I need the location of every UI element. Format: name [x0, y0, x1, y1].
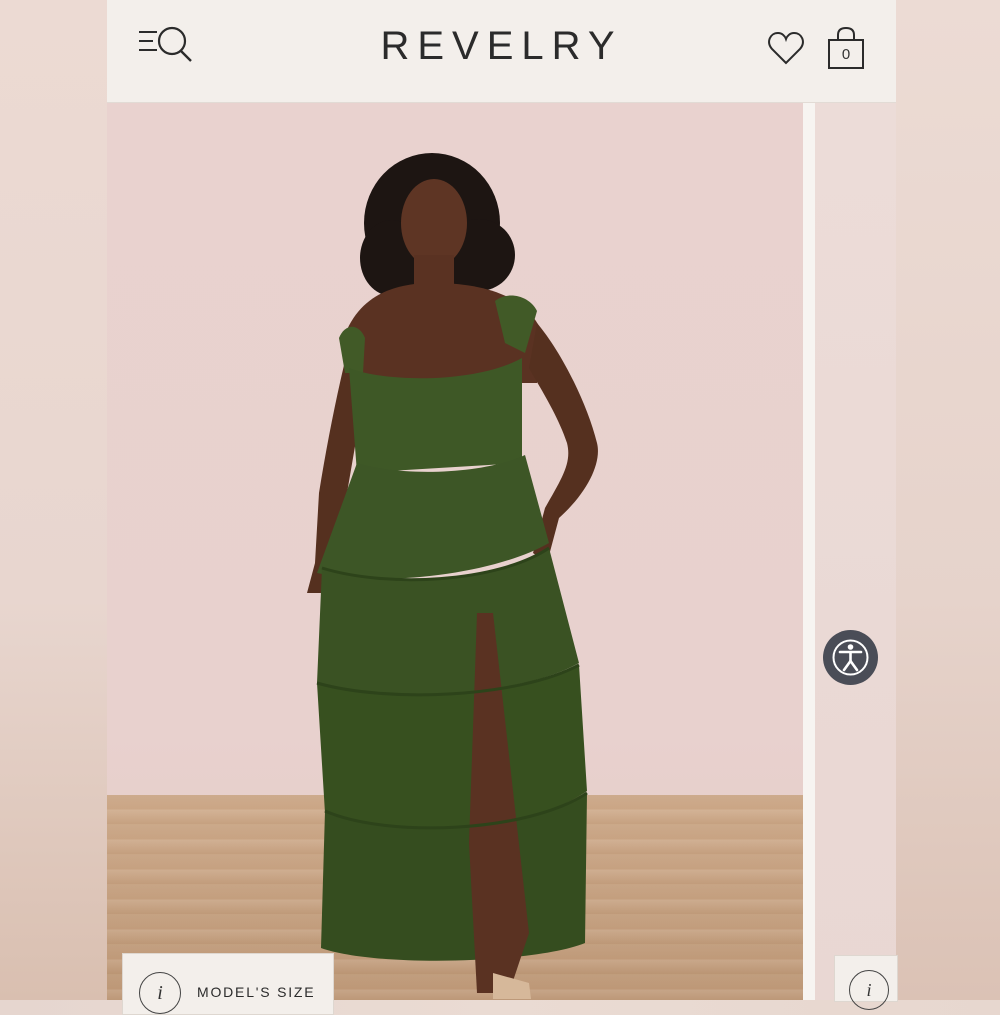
- next-model-size-button[interactable]: i: [834, 955, 898, 1010]
- site-header: REVELRY 0: [107, 0, 896, 103]
- accessibility-icon: [832, 639, 869, 676]
- shopping-bag-button[interactable]: 0: [825, 26, 867, 72]
- heart-icon: [768, 31, 804, 65]
- left-blurred-backdrop: [0, 0, 107, 1000]
- product-image[interactable]: [107, 103, 803, 1000]
- next-product-image-preview[interactable]: [815, 103, 896, 1000]
- model-size-button[interactable]: i MODEL'S SIZE: [122, 953, 334, 1015]
- right-blurred-backdrop: [896, 0, 1000, 1000]
- bag-item-count: 0: [841, 46, 851, 63]
- accessibility-button[interactable]: [823, 630, 878, 685]
- wishlist-button[interactable]: [767, 30, 805, 66]
- info-icon: i: [849, 970, 889, 1010]
- info-icon: i: [139, 972, 181, 1014]
- model-in-green-dress: [307, 153, 598, 999]
- image-gutter: [803, 103, 815, 1000]
- model-size-label: MODEL'S SIZE: [197, 984, 316, 1000]
- app-frame: REVELRY 0 i MODEL'S SIZE i: [107, 0, 898, 1015]
